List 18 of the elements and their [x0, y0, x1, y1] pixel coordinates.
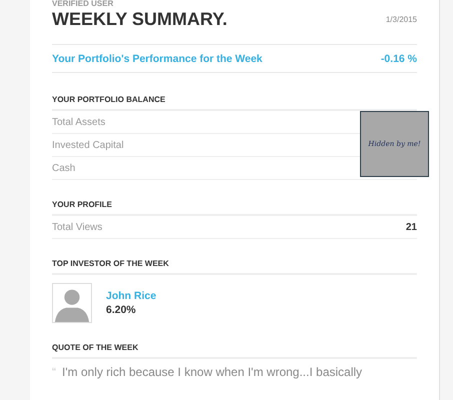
performance-value: -0.16 % [380, 53, 417, 65]
quote-mark: “ [52, 365, 56, 379]
row-label: Cash [52, 162, 76, 174]
row-label: Total Assets [52, 116, 106, 128]
avatar-icon [52, 283, 92, 323]
section-heading: QUOTE OF THE WEEK [52, 343, 417, 359]
quote-text: I'm only rich because I know when I'm wrong...I basically [62, 365, 362, 379]
section-heading: TOP INVESTOR OF THE WEEK [52, 259, 417, 275]
row-label: Total Views [52, 222, 102, 232]
section-heading: YOUR PROFILE [52, 200, 417, 216]
performance-label: Your Portfolio's Performance for the Week [52, 53, 262, 65]
investor-name-link[interactable]: John Rice [106, 290, 156, 302]
eyebrow-label: VERIFIED USER [52, 0, 114, 8]
row-label: Invested Capital [52, 140, 124, 150]
investor-return: 6.20% [106, 304, 137, 316]
row-value: 21 [406, 222, 417, 232]
summary-title: WEEKLY SUMMARY. [52, 9, 228, 30]
date-label: 1/3/2015 [386, 15, 417, 24]
